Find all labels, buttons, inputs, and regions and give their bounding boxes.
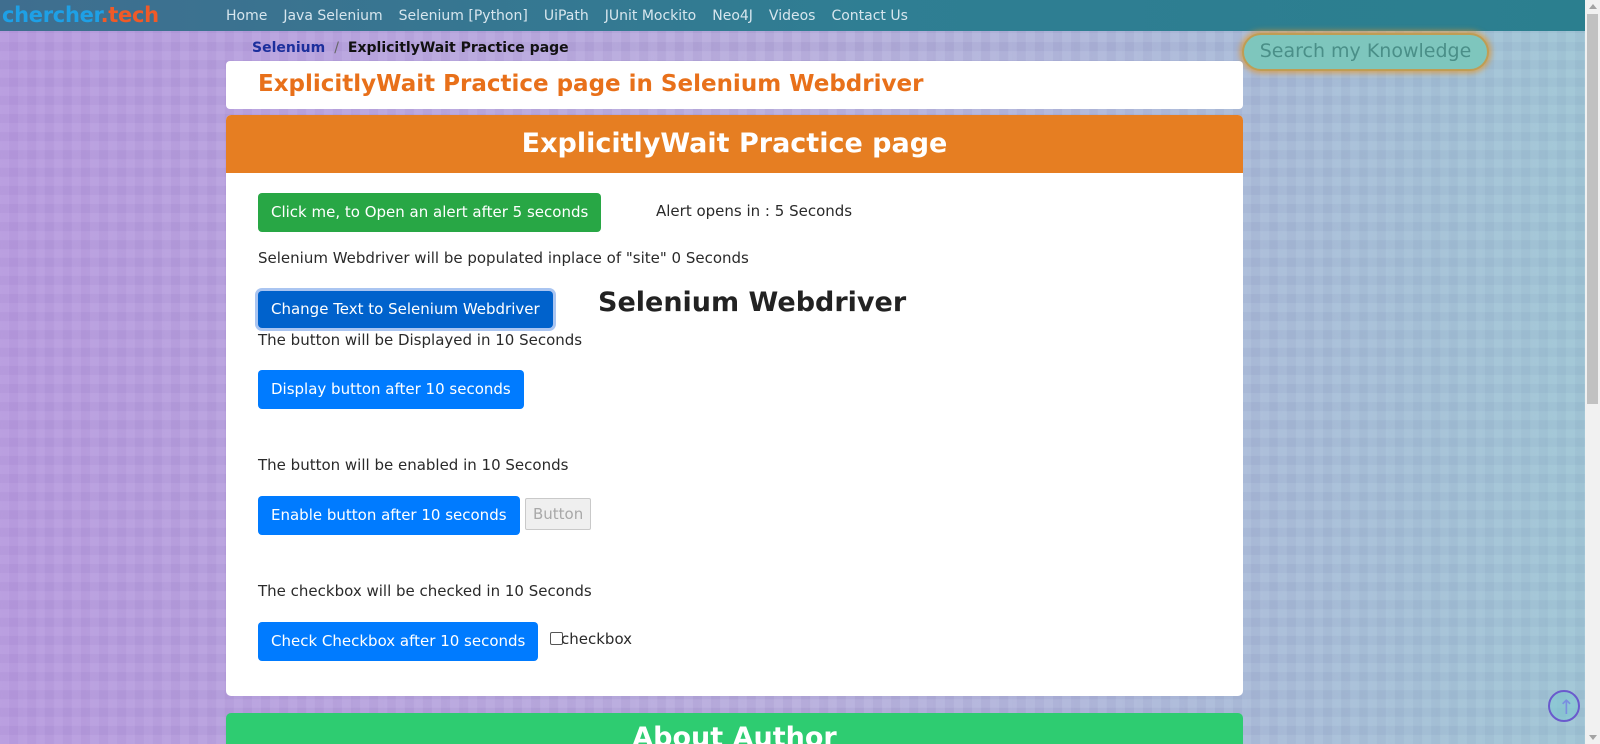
check-checkbox-button[interactable]: Check Checkbox after 10 seconds xyxy=(258,622,539,661)
changed-text-heading: Selenium Webdriver xyxy=(598,287,907,318)
checkbox-label: checkbox xyxy=(561,630,633,648)
arrow-up-icon: ↑ xyxy=(1558,695,1575,719)
checkbox-countdown-text: The checkbox will be checked in 10 Secon… xyxy=(258,582,592,600)
page-title: ExplicitlyWait Practice page in Selenium… xyxy=(258,71,924,97)
nav-link-selenium-python[interactable]: Selenium [Python] xyxy=(399,8,528,24)
search-knowledge-button[interactable]: Search my Knowledge xyxy=(1242,33,1489,71)
display-countdown-text: The button will be Displayed in 10 Secon… xyxy=(258,331,583,349)
nav-link-neo4j[interactable]: Neo4J xyxy=(712,8,753,24)
logo-text-chercher: chercher xyxy=(2,3,101,27)
page-scrollbar[interactable] xyxy=(1585,0,1600,744)
enable-button[interactable]: Enable button after 10 seconds xyxy=(258,496,520,535)
about-author-header: About Author xyxy=(226,713,1243,744)
alert-countdown-text: Alert opens in : 5 Seconds xyxy=(656,202,853,220)
breadcrumb: Selenium / ExplicitlyWait Practice page xyxy=(252,40,569,56)
nav-link-videos[interactable]: Videos xyxy=(769,8,816,24)
disabled-button: Button xyxy=(525,498,592,530)
open-alert-button[interactable]: Click me, to Open an alert after 5 secon… xyxy=(258,193,602,232)
site-logo[interactable]: chercher.tech xyxy=(2,3,159,27)
logo-text-tech: tech xyxy=(108,3,159,27)
nav-link-junit-mockito[interactable]: JUnit Mockito xyxy=(605,8,696,24)
nav-link-contact-us[interactable]: Contact Us xyxy=(831,8,907,24)
practice-card-header: ExplicitlyWait Practice page xyxy=(226,115,1243,173)
nav-link-uipath[interactable]: UiPath xyxy=(544,8,589,24)
breadcrumb-current: ExplicitlyWait Practice page xyxy=(347,40,569,56)
scroll-up-arrow-icon[interactable] xyxy=(1589,4,1597,9)
breadcrumb-separator: / xyxy=(334,40,339,56)
display-button[interactable]: Display button after 10 seconds xyxy=(258,370,524,409)
breadcrumb-parent-link[interactable]: Selenium xyxy=(252,40,325,56)
nav-link-java-selenium[interactable]: Java Selenium xyxy=(283,8,382,24)
top-navbar: chercher.tech Home Java Selenium Seleniu… xyxy=(0,0,1585,31)
scroll-down-arrow-icon[interactable] xyxy=(1589,735,1597,740)
nav-link-home[interactable]: Home xyxy=(226,8,267,24)
populate-text: Selenium Webdriver will be populated inp… xyxy=(258,249,749,267)
enable-countdown-text: The button will be enabled in 10 Seconds xyxy=(258,456,569,474)
scrollbar-thumb[interactable] xyxy=(1587,14,1598,404)
back-to-top-button[interactable]: ↑ xyxy=(1548,690,1580,722)
title-card: ExplicitlyWait Practice page in Selenium… xyxy=(226,61,1243,109)
change-text-button[interactable]: Change Text to Selenium Webdriver xyxy=(258,291,553,328)
main-nav: Home Java Selenium Selenium [Python] UiP… xyxy=(226,0,924,31)
practice-card: ExplicitlyWait Practice page Click me, t… xyxy=(226,115,1243,696)
